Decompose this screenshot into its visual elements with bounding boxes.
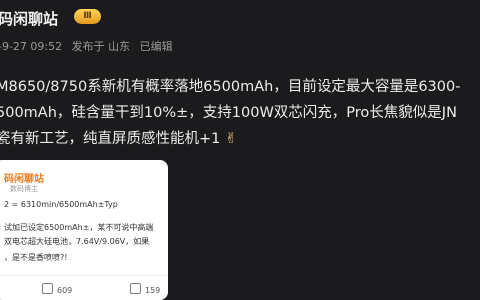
card-author: 码闲聊站: [4, 174, 44, 185]
likes-count: 609: [57, 286, 73, 295]
post-line-2: 500mAh，硅含量干到10%±，支持100W双芯闪充，Pro长焦貌似是JN: [0, 105, 457, 121]
post-line-1: M8650/8750系新机有概率落地6500mAh，目前设定最大容量是6300-: [0, 79, 461, 95]
victory-hand-icon: ✌: [224, 131, 238, 147]
post-meta: -9-27 09:52 发布于 山东 已编辑: [0, 38, 179, 54]
timestamp: -9-27 09:52: [0, 40, 63, 53]
comment-icon: [130, 283, 141, 294]
post-line-3: 瓷有新工艺，纯直屏质感性能机+1 ✌: [0, 126, 480, 152]
card-line-3: 双电芯超大硅电池，7.64V/9.06V，如果: [4, 237, 150, 246]
comments-count: 159: [145, 286, 161, 295]
embedded-image-card[interactable]: 码闲聊站 数码博主 2 = 6310min/6500mAh±Typ 试加已设定6…: [0, 160, 168, 300]
level-badge: Ⅲ: [74, 9, 101, 24]
like-icon: [42, 283, 53, 294]
post-header: 码闲聊站 Ⅲ -9-27 09:52 发布于 山东 已编辑: [0, 2, 480, 62]
card-subtitle: 数码博主: [10, 185, 38, 193]
author-name[interactable]: 码闲聊站: [0, 8, 58, 29]
card-line-2: 试加已设定6500mAh±，某不可说中高端: [4, 223, 154, 232]
edited-label: 已编辑: [139, 40, 173, 53]
post-line-3-text: 瓷有新工艺，纯直屏质感性能机+1: [0, 131, 221, 147]
card-stats: 609 159: [0, 275, 168, 300]
post-source: 发布于 山东: [71, 40, 131, 53]
card-line-1: 2 = 6310min/6500mAh±Typ: [4, 200, 118, 209]
comments-stat[interactable]: 159: [130, 283, 160, 295]
post-body: M8650/8750系新机有概率落地6500mAh，目前设定最大容量是6300-…: [0, 74, 480, 152]
card-line-4: ，是不是香喷喷?!: [4, 253, 68, 262]
likes-stat[interactable]: 609: [42, 283, 72, 295]
